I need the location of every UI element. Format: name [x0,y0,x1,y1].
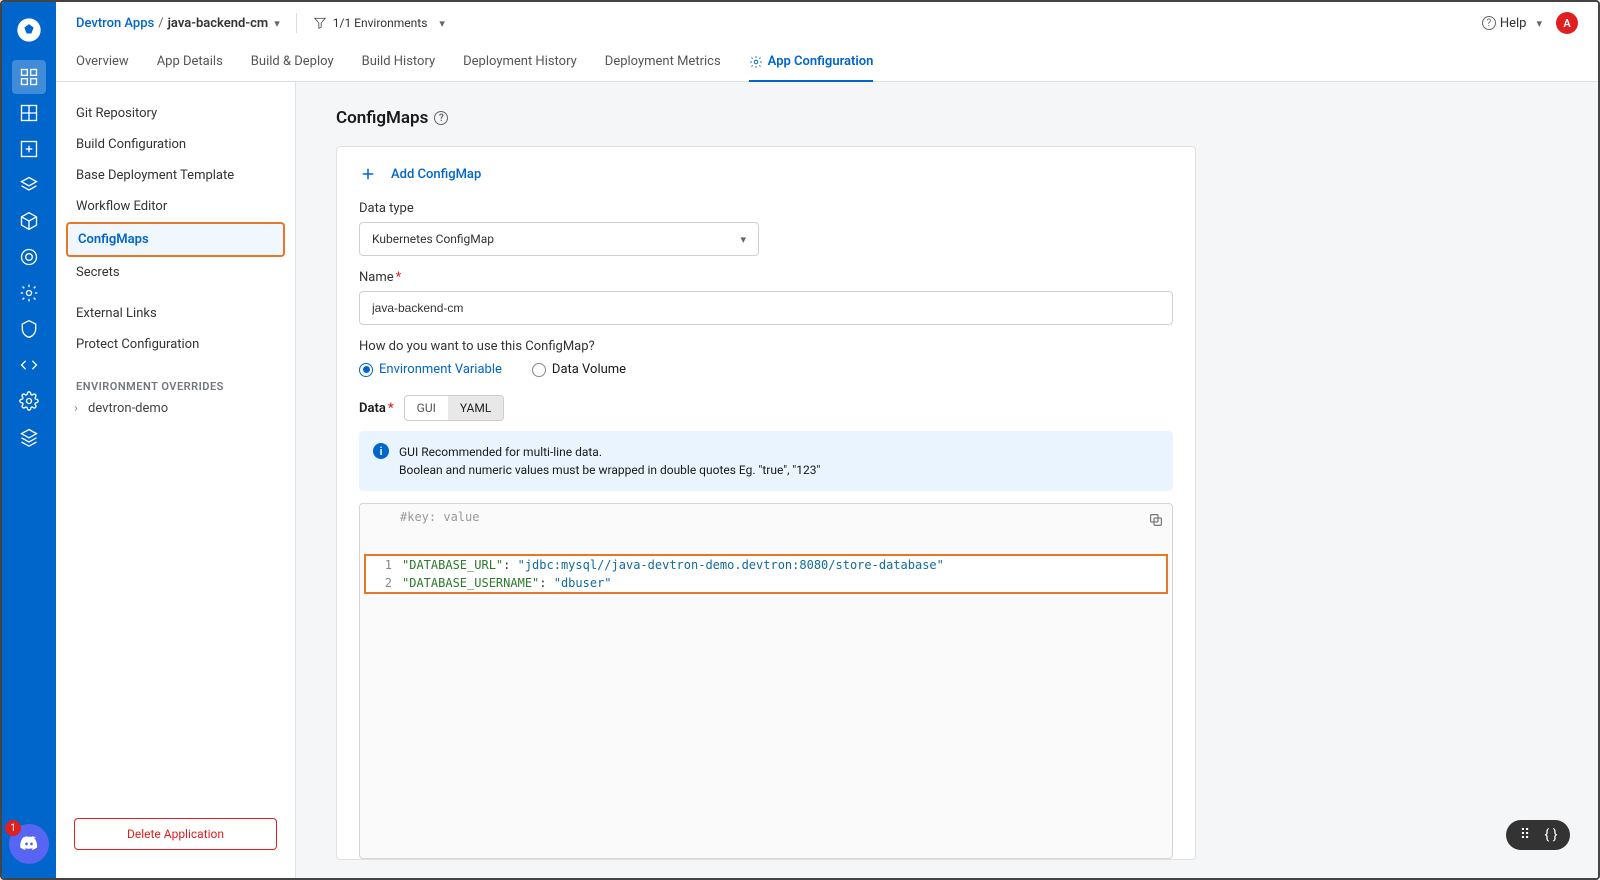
code-hint: #key: value [360,504,1172,524]
rail-grid[interactable] [12,96,46,130]
braces-icon[interactable]: { } [1542,826,1560,844]
page-title: ConfigMaps ? [336,108,1558,128]
tabs: Overview App Details Build & Deploy Buil… [56,44,1598,82]
delete-application-button[interactable]: Delete Application [74,818,277,850]
name-input[interactable] [359,291,1173,325]
sidebar-configmaps[interactable]: ConfigMaps [66,222,285,257]
help-button[interactable]: ? Help ▾ [1482,16,1542,31]
env-filter[interactable]: 1/1 Environments ▾ [313,16,445,30]
tab-build-deploy[interactable]: Build & Deploy [251,44,334,81]
tab-build-history[interactable]: Build History [362,44,436,81]
rail-code[interactable] [12,348,46,382]
radio-env-variable[interactable]: Environment Variable [359,362,502,377]
chevron-down-icon: ▾ [439,17,445,30]
discord-button[interactable]: 1 [9,824,49,864]
sidebar-secrets[interactable]: Secrets [66,257,285,288]
rail-layers[interactable] [12,420,46,454]
toggle-gui[interactable]: GUI [405,396,448,420]
sidebar-overrides-header: ENVIRONMENT OVERRIDES [66,380,285,393]
radio-data-volume[interactable]: Data Volume [532,362,626,377]
tab-deployment-metrics[interactable]: Deployment Metrics [605,44,721,81]
info-box: i GUI Recommended for multi-line data. B… [359,431,1173,491]
rail-cube[interactable] [12,204,46,238]
help-icon: ? [1482,16,1496,30]
rail-target[interactable] [12,240,46,274]
add-configmap-button[interactable]: Add ConfigMap [359,165,1173,183]
chevron-down-icon: ▾ [1536,17,1542,30]
data-label: Data* [359,401,394,416]
sidebar-base-deployment-template[interactable]: Base Deployment Template [66,160,285,191]
sidebar-override-devtron-demo[interactable]: devtron-demo [66,393,285,424]
tab-deployment-history[interactable]: Deployment History [463,44,577,81]
toggle-yaml[interactable]: YAML [448,396,503,420]
tab-app-configuration[interactable]: App Configuration [749,44,874,81]
data-type-select[interactable]: Kubernetes ConfigMap ▾ [359,222,759,256]
rail-settings[interactable] [12,384,46,418]
floating-toolbar[interactable]: ⠿ { } [1506,820,1570,850]
sidebar-workflow-editor[interactable]: Workflow Editor [66,191,285,222]
help-icon[interactable]: ? [434,111,448,125]
name-label: Name* [359,270,1173,285]
rail-add[interactable] [12,132,46,166]
gear-icon [749,55,763,69]
nav-rail: 1 [2,2,56,878]
rail-shield[interactable] [12,312,46,346]
chevron-down-icon[interactable]: ▾ [274,17,280,30]
rail-gear[interactable] [12,276,46,310]
breadcrumb-root[interactable]: Devtron Apps [76,16,154,31]
filter-icon [313,16,327,30]
content: ConfigMaps ? Add ConfigMap Data type Kub… [296,82,1598,878]
data-mode-toggle: GUI YAML [404,395,505,421]
chevron-down-icon: ▾ [740,233,746,246]
avatar[interactable]: A [1556,12,1578,34]
rail-apps[interactable] [12,60,46,94]
discord-count: 1 [5,820,21,836]
sidebar-build-configuration[interactable]: Build Configuration [66,129,285,160]
data-type-label: Data type [359,201,1173,216]
topbar: Devtron Apps / java-backend-cm ▾ 1/1 Env… [56,2,1598,44]
sidebar-git-repository[interactable]: Git Repository [66,98,285,129]
sidebar-protect-configuration[interactable]: Protect Configuration [66,329,285,360]
rail-stack[interactable] [12,168,46,202]
usage-label: How do you want to use this ConfigMap? [359,339,1173,354]
drag-icon[interactable]: ⠿ [1516,826,1534,844]
config-sidebar: Git Repository Build Configuration Base … [56,82,296,878]
tab-overview[interactable]: Overview [76,44,129,81]
yaml-editor[interactable]: #key: value 1 "DATABASE_URL": "jdbc:mysq… [359,503,1173,859]
devtron-logo [15,16,43,44]
sidebar-external-links[interactable]: External Links [66,298,285,329]
info-icon: i [373,443,389,459]
copy-icon[interactable] [1148,512,1164,532]
breadcrumb-app[interactable]: java-backend-cm [168,16,269,31]
tab-app-details[interactable]: App Details [157,44,223,81]
plus-icon [359,165,377,183]
